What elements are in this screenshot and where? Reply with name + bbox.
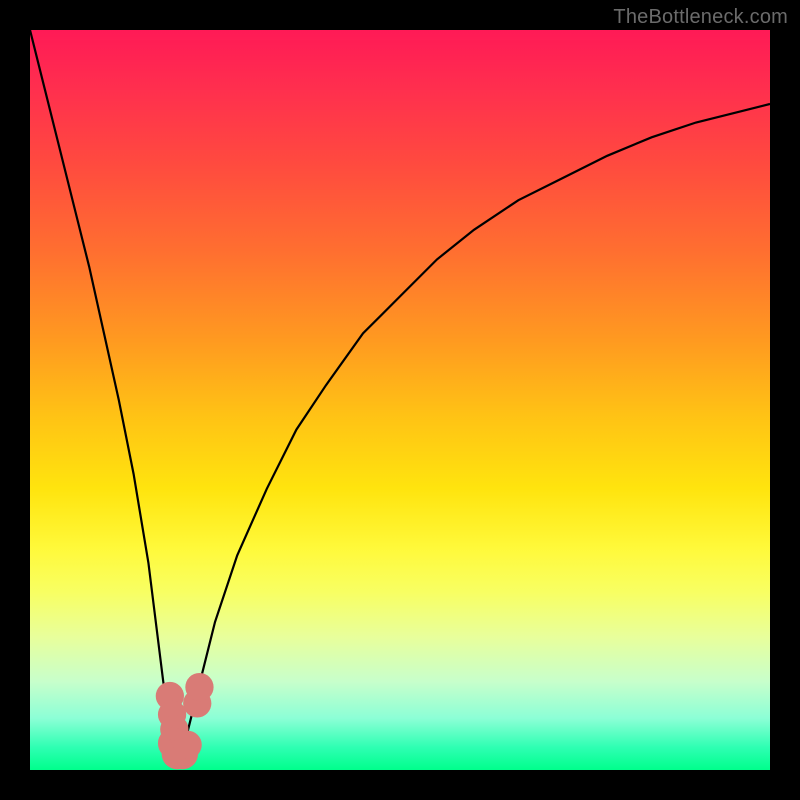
highlight-marker	[173, 731, 201, 759]
bottleneck-curve	[30, 30, 770, 765]
highlight-markers	[156, 673, 214, 769]
bottleneck-curve-svg	[30, 30, 770, 770]
watermark-text: TheBottleneck.com	[613, 6, 788, 29]
chart-frame: TheBottleneck.com	[0, 0, 800, 800]
highlight-marker	[185, 673, 213, 701]
plot-area	[30, 30, 770, 770]
